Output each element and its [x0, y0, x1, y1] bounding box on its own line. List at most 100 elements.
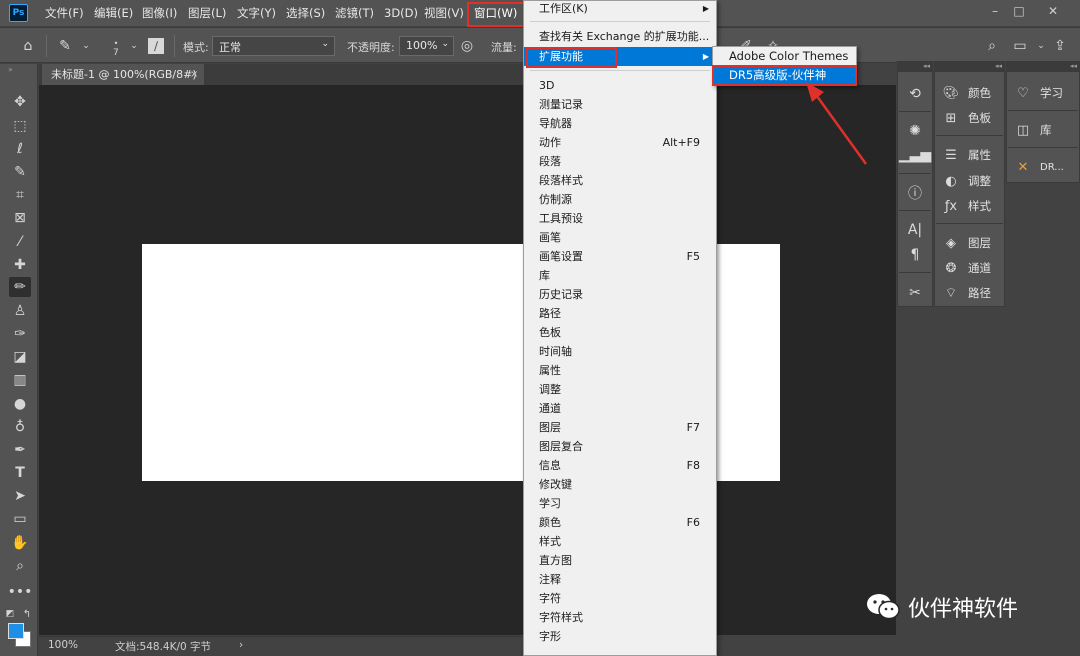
chevron-down-icon[interactable]: ⌄	[77, 37, 95, 55]
menu-file[interactable]: 文件(F)	[45, 0, 84, 26]
menu-item[interactable]: 测量记录	[524, 95, 715, 114]
zoom-level[interactable]: 100%	[48, 639, 78, 651]
blur-tool-icon[interactable]: ●	[9, 394, 31, 414]
menu-type[interactable]: 文字(Y)	[237, 0, 276, 26]
menu-filter[interactable]: 滤镜(T)	[335, 0, 374, 26]
pen-tool-icon[interactable]: ✒	[9, 440, 31, 460]
menu-item[interactable]: 通道	[524, 399, 715, 418]
chevron-down-icon[interactable]: ⌄	[125, 37, 143, 55]
menu-item[interactable]: 历史记录	[524, 285, 715, 304]
menu-item[interactable]: 工具预设	[524, 209, 715, 228]
menu-item[interactable]: 路径	[524, 304, 715, 323]
panel-learn[interactable]: ♡ 学习	[1014, 82, 1063, 104]
mode-select[interactable]: 正常 ⌄	[212, 36, 335, 56]
panel-layers[interactable]: ◈ 图层	[942, 232, 991, 254]
menu-item[interactable]: 字符	[524, 589, 715, 608]
zoom-tool-icon[interactable]: ⌕	[9, 556, 31, 576]
menu-item[interactable]: 字符样式	[524, 608, 715, 627]
menu-view[interactable]: 视图(V)	[424, 0, 464, 26]
info-panel-icon[interactable]: ⓘ	[901, 181, 929, 205]
frame-tool-icon[interactable]: ⊠	[9, 208, 31, 228]
clone-stamp-tool-icon[interactable]: ♙	[9, 301, 31, 321]
collapse-icon[interactable]: ◂◂	[1006, 61, 1080, 71]
menu-item[interactable]: 3D	[524, 76, 715, 95]
minimize-button[interactable]: –	[984, 2, 1006, 20]
menu-item[interactable]: 字形	[524, 627, 715, 646]
menu-item[interactable]: 学习	[524, 494, 715, 513]
panel-libraries[interactable]: ◫ 库	[1014, 119, 1052, 141]
panel-styles[interactable]: ƒx 样式	[942, 195, 991, 217]
menu-item[interactable]: 段落	[524, 152, 715, 171]
pressure-opacity-icon[interactable]: ◎	[458, 37, 476, 55]
eyedropper-tool-icon[interactable]: ⁄	[9, 232, 31, 252]
menu-item[interactable]: 图层复合	[524, 437, 715, 456]
navigator-panel-icon[interactable]: ✺	[901, 119, 929, 143]
more-tools-icon[interactable]: •••	[8, 582, 33, 602]
hand-tool-icon[interactable]: ✋	[9, 533, 31, 553]
panel-color[interactable]: 🎨︎ 颜色	[942, 82, 991, 104]
menu-3d[interactable]: 3D(D)	[384, 0, 418, 26]
menu-item[interactable]: 修改键	[524, 475, 715, 494]
crop-tool-icon[interactable]: ⌗	[9, 185, 31, 205]
panel-channels[interactable]: ❂ 通道	[942, 257, 991, 279]
menu-item[interactable]: 样式	[524, 532, 715, 551]
panel-adjustments[interactable]: ◐ 调整	[942, 170, 991, 192]
document-tab[interactable]: 未标题-1 @ 100%(RGB/8#)	[42, 64, 204, 85]
status-menu-arrow[interactable]: ›	[239, 639, 243, 651]
quick-select-tool-icon[interactable]: ✎	[9, 162, 31, 182]
menu-edit[interactable]: 编辑(E)	[94, 0, 133, 26]
history-panel-icon[interactable]: ⟲	[901, 82, 929, 106]
panel-swatches[interactable]: ⊞ 色板	[942, 107, 991, 129]
menu-image[interactable]: 图像(I)	[142, 0, 177, 26]
menu-item[interactable]: 画笔	[524, 228, 715, 247]
menu-item[interactable]: 段落样式	[524, 171, 715, 190]
collapse-icon[interactable]: »	[8, 65, 13, 74]
panel-properties[interactable]: ☰ 属性	[942, 144, 991, 166]
collapse-icon[interactable]: ◂◂	[934, 61, 1005, 71]
move-tool-icon[interactable]: ✥	[9, 92, 31, 112]
menu-item[interactable]: 画笔设置 F5	[524, 247, 715, 266]
swap-colors-icon[interactable]: ↰	[21, 604, 33, 624]
menu-item[interactable]: 时间轴	[524, 342, 715, 361]
chevron-down-icon[interactable]: ⌄	[1032, 37, 1050, 55]
eraser-tool-icon[interactable]: ◪	[9, 347, 31, 367]
collapse-icon[interactable]: ◂◂	[897, 61, 933, 71]
histogram-panel-icon[interactable]: ▁▃▅	[899, 143, 931, 167]
brush-tool-icon[interactable]: ✏	[9, 277, 31, 297]
marquee-tool-icon[interactable]: ⬚	[9, 116, 31, 136]
menu-layer[interactable]: 图层(L)	[188, 0, 226, 26]
brush-panel-icon[interactable]: ∕	[148, 38, 164, 54]
brush-preset-icon[interactable]: ✎	[56, 37, 74, 55]
maximize-button[interactable]: □	[1008, 2, 1030, 20]
panel-dr5[interactable]: ✕ DR...	[1014, 156, 1064, 178]
character-panel-icon[interactable]: A|	[901, 218, 929, 242]
menu-item[interactable]: 调整	[524, 380, 715, 399]
home-icon[interactable]: ⌂	[19, 37, 37, 55]
menu-item[interactable]: 库	[524, 266, 715, 285]
type-tool-icon[interactable]: T	[9, 463, 31, 483]
close-button[interactable]: ✕	[1042, 2, 1064, 20]
submenu-item-adobe-color-themes[interactable]: Adobe Color Themes	[713, 47, 856, 66]
history-brush-tool-icon[interactable]: ✑	[9, 324, 31, 344]
panel-paths[interactable]: ⌔ 路径	[942, 282, 991, 304]
menu-item[interactable]: 信息 F8	[524, 456, 715, 475]
path-selection-tool-icon[interactable]: ➤	[9, 486, 31, 506]
menu-item[interactable]: 直方图	[524, 551, 715, 570]
menu-item-workspace[interactable]: 工作区(K) ▶	[524, 0, 715, 18]
gradient-tool-icon[interactable]: ▥	[9, 370, 31, 390]
menu-item[interactable]: 属性	[524, 361, 715, 380]
menu-select[interactable]: 选择(S)	[286, 0, 325, 26]
menu-item-find-extensions[interactable]: 查找有关 Exchange 的扩展功能...	[524, 27, 715, 46]
rectangle-tool-icon[interactable]: ▭	[9, 509, 31, 529]
menu-item[interactable]: 仿制源	[524, 190, 715, 209]
share-icon[interactable]: ⇪	[1051, 37, 1069, 55]
foreground-color-swatch[interactable]	[8, 623, 24, 639]
menu-item[interactable]: 图层 F7	[524, 418, 715, 437]
lasso-tool-icon[interactable]: ℓ	[9, 139, 31, 159]
menu-item[interactable]: 颜色 F6	[524, 513, 715, 532]
close-tab-icon[interactable]: ×	[190, 64, 198, 85]
brush-settings-panel-icon[interactable]: ✂	[901, 281, 929, 305]
healing-brush-tool-icon[interactable]: ✚	[9, 255, 31, 275]
menu-item[interactable]: 导航器	[524, 114, 715, 133]
opacity-input[interactable]: 100% ⌄	[399, 36, 454, 56]
